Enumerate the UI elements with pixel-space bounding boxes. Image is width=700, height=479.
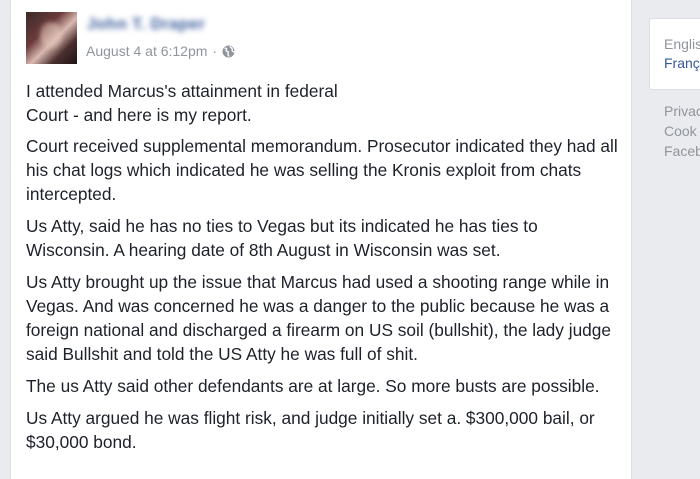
post-paragraph: Us Atty, said he has no ties to Vegas bu… <box>26 216 538 260</box>
post-paragraph: Us Atty argued he was flight risk, and j… <box>26 408 595 452</box>
author-avatar[interactable] <box>26 12 77 64</box>
post-paragraph: Court received supplemental memorandum. … <box>26 136 618 204</box>
post-card: John T. Draper August 4 at 6:12pm · I at… <box>10 0 632 479</box>
footer-link-privacy[interactable]: Privac <box>664 101 700 121</box>
post-paragraph: I attended Marcus's attainment in federa… <box>26 81 338 125</box>
globe-icon[interactable] <box>222 45 235 58</box>
post-timestamp[interactable]: August 4 at 6:12pm <box>86 43 207 59</box>
language-link-french[interactable]: Franç <box>664 55 700 71</box>
footer-link-cookies[interactable]: Cook <box>664 121 700 141</box>
footer-links: Privac Cook Faceb <box>664 101 700 161</box>
footer-link-facebook[interactable]: Faceb <box>664 141 700 161</box>
language-selector-card: Englis Franç <box>649 18 700 90</box>
post-paragraph: The us Atty said other defendants are at… <box>26 376 600 396</box>
post-meta: August 4 at 6:12pm · <box>86 43 235 59</box>
post-body: I attended Marcus's attainment in federa… <box>26 79 624 462</box>
language-current: Englis <box>664 36 700 52</box>
author-name[interactable]: John T. Draper <box>87 16 205 34</box>
meta-separator: · <box>212 43 218 59</box>
page: John T. Draper August 4 at 6:12pm · I at… <box>0 0 700 479</box>
post-paragraph: Us Atty brought up the issue that Marcus… <box>26 272 612 364</box>
